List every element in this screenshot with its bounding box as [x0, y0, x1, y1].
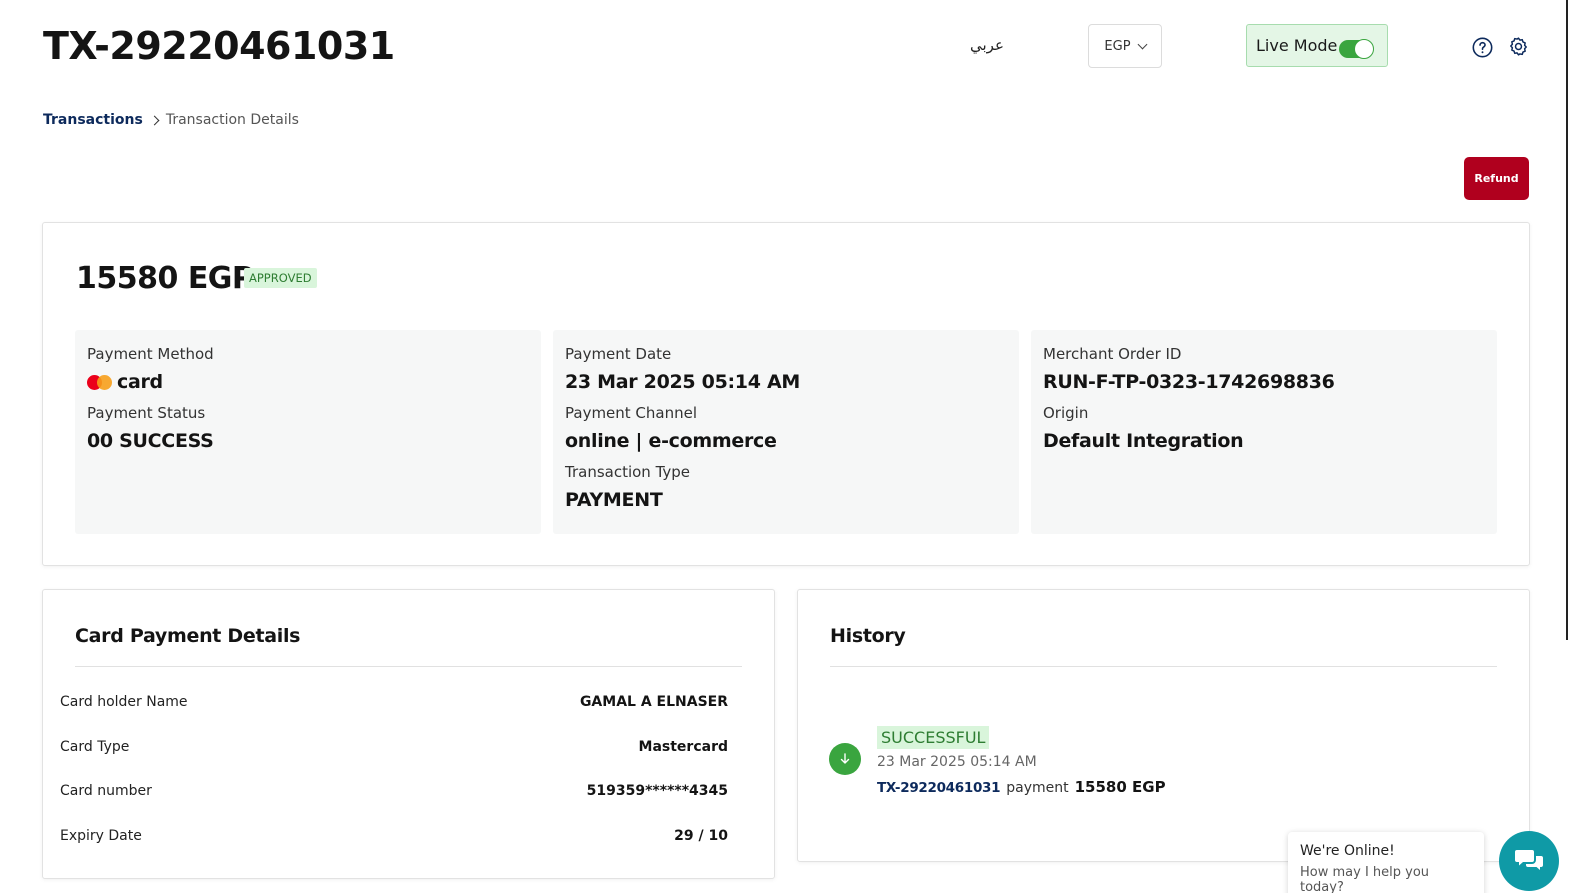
page-title: TX-29220461031 [43, 24, 395, 68]
history-date: 23 Mar 2025 05:14 AM [877, 754, 1037, 770]
history-title: History [830, 625, 906, 647]
chat-greeting-bubble[interactable]: We're Online! How may I help you today? [1288, 832, 1484, 893]
chat-title: We're Online! [1300, 843, 1395, 859]
card-type-value: Mastercard [638, 739, 728, 755]
payment-date-panel: Payment Date 23 Mar 2025 05:14 AM Paymen… [553, 330, 1019, 534]
chat-launcher-button[interactable] [1499, 831, 1559, 891]
cardholder-value: GAMAL A ELNASER [579, 694, 728, 710]
history-entry-line: TX-29220461031 payment 15580 EGP [877, 778, 1166, 796]
payment-method-text: card [117, 371, 163, 393]
payment-status-value: 00 SUCCESS [87, 430, 214, 452]
cardholder-label: Card holder Name [60, 694, 188, 710]
history-transaction-link[interactable]: TX-29220461031 [877, 780, 1001, 796]
card-number-value: 519359******4345 [586, 783, 728, 799]
scrollbar[interactable] [1566, 0, 1568, 640]
breadcrumb-transactions-link[interactable]: Transactions [43, 112, 143, 128]
history-amount: 15580 EGP [1074, 778, 1166, 796]
live-mode-toggle-box[interactable]: Live Mode [1246, 24, 1388, 67]
payment-method-value: card [87, 370, 529, 394]
language-switch-link[interactable]: عربي [970, 36, 1004, 54]
payment-channel-label: Payment Channel [565, 404, 698, 422]
section-divider [830, 666, 1497, 667]
payment-status-label: Payment Status [87, 404, 206, 422]
card-details-title: Card Payment Details [75, 625, 301, 647]
payment-date-label: Payment Date [565, 345, 672, 363]
detail-row-card-number: Card number 519359******4345 [60, 783, 728, 799]
section-divider [75, 666, 742, 667]
expiry-date-value: 29 / 10 [674, 828, 728, 844]
live-mode-label: Live Mode [1256, 36, 1338, 55]
chevron-down-icon [1137, 39, 1148, 49]
toggle-knob [1354, 39, 1374, 59]
transaction-summary-card: 15580 EGP APPROVED Payment Method card P… [42, 222, 1530, 566]
payment-method-label: Payment Method [87, 345, 214, 363]
currency-select-value: EGP [1104, 38, 1131, 54]
detail-row-card-type: Card Type Mastercard [60, 739, 728, 755]
breadcrumb: Transactions Transaction Details [43, 112, 299, 128]
payment-channel-value: online | e-commerce [565, 430, 777, 452]
transaction-type-label: Transaction Type [565, 463, 691, 481]
payment-date-value: 23 Mar 2025 05:14 AM [565, 371, 800, 393]
transaction-type-value: PAYMENT [565, 489, 663, 511]
chevron-right-icon [149, 115, 160, 125]
arrow-down-icon [840, 753, 850, 764]
help-icon[interactable] [1472, 37, 1493, 58]
merchant-order-panel: Merchant Order ID RUN-F-TP-0323-17426988… [1031, 330, 1497, 534]
status-badge: APPROVED [244, 268, 317, 288]
payment-method-panel: Payment Method card Payment Status 00 SU… [75, 330, 541, 534]
detail-row-expiry: Expiry Date 29 / 10 [60, 828, 728, 844]
history-entry-icon [829, 743, 861, 775]
detail-row-cardholder: Card holder Name GAMAL A ELNASER [60, 694, 728, 710]
breadcrumb-current: Transaction Details [165, 112, 299, 128]
refund-button[interactable]: Refund [1464, 157, 1529, 200]
gear-icon[interactable] [1508, 36, 1529, 57]
card-payment-details-card: Card Payment Details Card holder Name GA… [42, 589, 775, 879]
card-type-label: Card Type [60, 739, 130, 755]
transaction-amount: 15580 EGP [76, 261, 254, 296]
expiry-date-label: Expiry Date [60, 828, 142, 844]
origin-value: Default Integration [1043, 430, 1244, 452]
merchant-order-id-label: Merchant Order ID [1043, 345, 1182, 363]
history-card: History SUCCESSFUL 23 Mar 2025 05:14 AM … [797, 589, 1530, 862]
history-type: payment [1006, 780, 1069, 796]
merchant-order-id-value: RUN-F-TP-0323-1742698836 [1043, 371, 1335, 393]
origin-label: Origin [1043, 404, 1089, 422]
history-status-badge: SUCCESSFUL [877, 726, 990, 749]
mastercard-logo-icon [87, 375, 115, 390]
chat-icon [1515, 850, 1543, 870]
currency-select[interactable]: EGP [1088, 24, 1162, 68]
card-number-label: Card number [60, 783, 152, 799]
chat-subtitle: How may I help you today? [1300, 865, 1430, 893]
live-mode-toggle[interactable] [1339, 39, 1374, 59]
